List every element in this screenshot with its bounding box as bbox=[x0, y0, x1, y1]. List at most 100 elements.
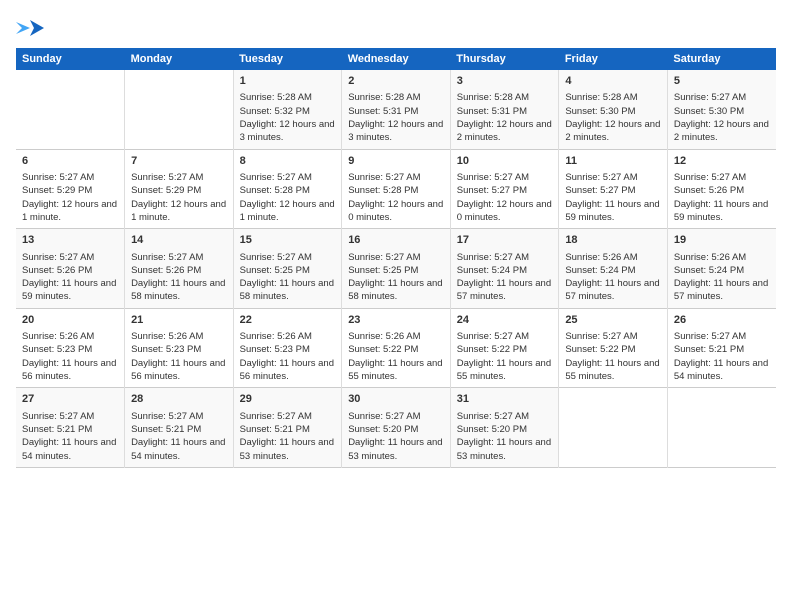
calendar-cell: 28Sunrise: 5:27 AMSunset: 5:21 PMDayligh… bbox=[125, 388, 234, 468]
calendar-table: SundayMondayTuesdayWednesdayThursdayFrid… bbox=[16, 48, 776, 468]
day-info: Sunrise: 5:26 AM bbox=[565, 251, 661, 264]
calendar-cell: 4Sunrise: 5:28 AMSunset: 5:30 PMDaylight… bbox=[559, 70, 668, 149]
weekday-header-row: SundayMondayTuesdayWednesdayThursdayFrid… bbox=[16, 48, 776, 70]
calendar-week-row: 6Sunrise: 5:27 AMSunset: 5:29 PMDaylight… bbox=[16, 149, 776, 229]
day-info: Sunset: 5:30 PM bbox=[674, 105, 770, 118]
calendar-cell: 20Sunrise: 5:26 AMSunset: 5:23 PMDayligh… bbox=[16, 308, 125, 388]
day-info: Sunset: 5:24 PM bbox=[457, 264, 553, 277]
day-info: Daylight: 11 hours and 55 minutes. bbox=[565, 357, 661, 384]
calendar-week-row: 1Sunrise: 5:28 AMSunset: 5:32 PMDaylight… bbox=[16, 70, 776, 149]
day-info: Sunrise: 5:27 AM bbox=[240, 171, 336, 184]
day-info: Sunrise: 5:27 AM bbox=[22, 251, 118, 264]
day-info: Sunset: 5:22 PM bbox=[348, 343, 444, 356]
calendar-cell: 27Sunrise: 5:27 AMSunset: 5:21 PMDayligh… bbox=[16, 388, 125, 468]
day-info: Daylight: 11 hours and 57 minutes. bbox=[674, 277, 770, 304]
calendar-cell: 23Sunrise: 5:26 AMSunset: 5:22 PMDayligh… bbox=[342, 308, 451, 388]
day-info: Sunrise: 5:28 AM bbox=[457, 91, 553, 104]
day-info: Sunset: 5:31 PM bbox=[348, 105, 444, 118]
day-info: Sunset: 5:27 PM bbox=[457, 184, 553, 197]
day-info: Sunset: 5:25 PM bbox=[348, 264, 444, 277]
day-info: Sunrise: 5:27 AM bbox=[348, 171, 444, 184]
day-info: Sunset: 5:29 PM bbox=[22, 184, 118, 197]
day-info: Daylight: 11 hours and 53 minutes. bbox=[348, 436, 444, 463]
day-number: 10 bbox=[457, 154, 553, 169]
day-info: Daylight: 11 hours and 54 minutes. bbox=[22, 436, 118, 463]
calendar-cell: 19Sunrise: 5:26 AMSunset: 5:24 PMDayligh… bbox=[667, 229, 776, 309]
day-info: Sunrise: 5:27 AM bbox=[240, 410, 336, 423]
day-info: Daylight: 11 hours and 58 minutes. bbox=[348, 277, 444, 304]
day-number: 1 bbox=[240, 74, 336, 89]
day-info: Sunset: 5:26 PM bbox=[131, 264, 227, 277]
day-info: Sunset: 5:28 PM bbox=[348, 184, 444, 197]
day-info: Daylight: 11 hours and 55 minutes. bbox=[457, 357, 553, 384]
day-number: 7 bbox=[131, 154, 227, 169]
day-number: 12 bbox=[674, 154, 770, 169]
page-header bbox=[16, 16, 776, 40]
day-info: Sunrise: 5:27 AM bbox=[674, 330, 770, 343]
day-number: 28 bbox=[131, 392, 227, 407]
day-number: 19 bbox=[674, 233, 770, 248]
day-info: Sunset: 5:20 PM bbox=[348, 423, 444, 436]
day-info: Sunrise: 5:26 AM bbox=[240, 330, 336, 343]
day-number: 3 bbox=[457, 74, 553, 89]
calendar-cell: 31Sunrise: 5:27 AMSunset: 5:20 PMDayligh… bbox=[450, 388, 559, 468]
day-info: Sunset: 5:21 PM bbox=[674, 343, 770, 356]
weekday-header-cell: Monday bbox=[125, 48, 234, 70]
day-number: 11 bbox=[565, 154, 661, 169]
day-number: 29 bbox=[240, 392, 336, 407]
calendar-cell: 7Sunrise: 5:27 AMSunset: 5:29 PMDaylight… bbox=[125, 149, 234, 229]
day-info: Sunrise: 5:27 AM bbox=[457, 171, 553, 184]
day-info: Daylight: 11 hours and 56 minutes. bbox=[22, 357, 118, 384]
weekday-header-cell: Friday bbox=[559, 48, 668, 70]
day-info: Daylight: 11 hours and 56 minutes. bbox=[240, 357, 336, 384]
day-info: Daylight: 11 hours and 54 minutes. bbox=[674, 357, 770, 384]
day-number: 2 bbox=[348, 74, 444, 89]
day-number: 23 bbox=[348, 313, 444, 328]
day-info: Sunrise: 5:28 AM bbox=[565, 91, 661, 104]
day-number: 31 bbox=[457, 392, 553, 407]
day-info: Daylight: 11 hours and 54 minutes. bbox=[131, 436, 227, 463]
calendar-cell: 3Sunrise: 5:28 AMSunset: 5:31 PMDaylight… bbox=[450, 70, 559, 149]
day-info: Sunset: 5:23 PM bbox=[22, 343, 118, 356]
day-info: Sunset: 5:32 PM bbox=[240, 105, 336, 118]
weekday-header-cell: Wednesday bbox=[342, 48, 451, 70]
day-info: Daylight: 12 hours and 1 minute. bbox=[22, 198, 118, 225]
day-info: Sunrise: 5:27 AM bbox=[131, 410, 227, 423]
day-info: Daylight: 11 hours and 53 minutes. bbox=[457, 436, 553, 463]
day-info: Sunset: 5:22 PM bbox=[565, 343, 661, 356]
calendar-cell: 8Sunrise: 5:27 AMSunset: 5:28 PMDaylight… bbox=[233, 149, 342, 229]
weekday-header-cell: Saturday bbox=[667, 48, 776, 70]
calendar-cell: 11 Sunrise: 5:27 AMSunset: 5:27 PMDayligh… bbox=[559, 149, 668, 229]
calendar-week-row: 20Sunrise: 5:26 AMSunset: 5:23 PMDayligh… bbox=[16, 308, 776, 388]
calendar-cell bbox=[125, 70, 234, 149]
weekday-header-cell: Tuesday bbox=[233, 48, 342, 70]
day-number: 26 bbox=[674, 313, 770, 328]
day-info: Daylight: 12 hours and 3 minutes. bbox=[240, 118, 336, 145]
day-info: Sunset: 5:26 PM bbox=[22, 264, 118, 277]
day-info: Sunrise: 5:27 AM bbox=[674, 171, 770, 184]
day-number: 20 bbox=[22, 313, 118, 328]
day-info: Sunset: 5:27 PM bbox=[565, 184, 661, 197]
day-info: Sunset: 5:26 PM bbox=[674, 184, 770, 197]
day-number: 17 bbox=[457, 233, 553, 248]
day-info: Sunset: 5:21 PM bbox=[240, 423, 336, 436]
day-info: Sunrise: 5:27 AM bbox=[565, 171, 661, 184]
day-info: Sunset: 5:21 PM bbox=[22, 423, 118, 436]
day-info: Daylight: 11 hours and 59 minutes. bbox=[565, 198, 661, 225]
calendar-cell: 25Sunrise: 5:27 AMSunset: 5:22 PMDayligh… bbox=[559, 308, 668, 388]
day-info: Sunrise: 5:27 AM bbox=[457, 330, 553, 343]
day-info: Sunset: 5:24 PM bbox=[674, 264, 770, 277]
day-info: Sunrise: 5:26 AM bbox=[131, 330, 227, 343]
day-info: Sunrise: 5:28 AM bbox=[348, 91, 444, 104]
day-info: Daylight: 11 hours and 53 minutes. bbox=[240, 436, 336, 463]
calendar-cell: 24Sunrise: 5:27 AMSunset: 5:22 PMDayligh… bbox=[450, 308, 559, 388]
calendar-cell bbox=[559, 388, 668, 468]
day-number: 8 bbox=[240, 154, 336, 169]
calendar-cell bbox=[667, 388, 776, 468]
day-info: Sunset: 5:31 PM bbox=[457, 105, 553, 118]
day-info: Daylight: 12 hours and 1 minute. bbox=[240, 198, 336, 225]
calendar-cell: 15Sunrise: 5:27 AMSunset: 5:25 PMDayligh… bbox=[233, 229, 342, 309]
day-info: Daylight: 12 hours and 3 minutes. bbox=[348, 118, 444, 145]
day-number: 5 bbox=[674, 74, 770, 89]
day-info: Sunrise: 5:27 AM bbox=[457, 251, 553, 264]
